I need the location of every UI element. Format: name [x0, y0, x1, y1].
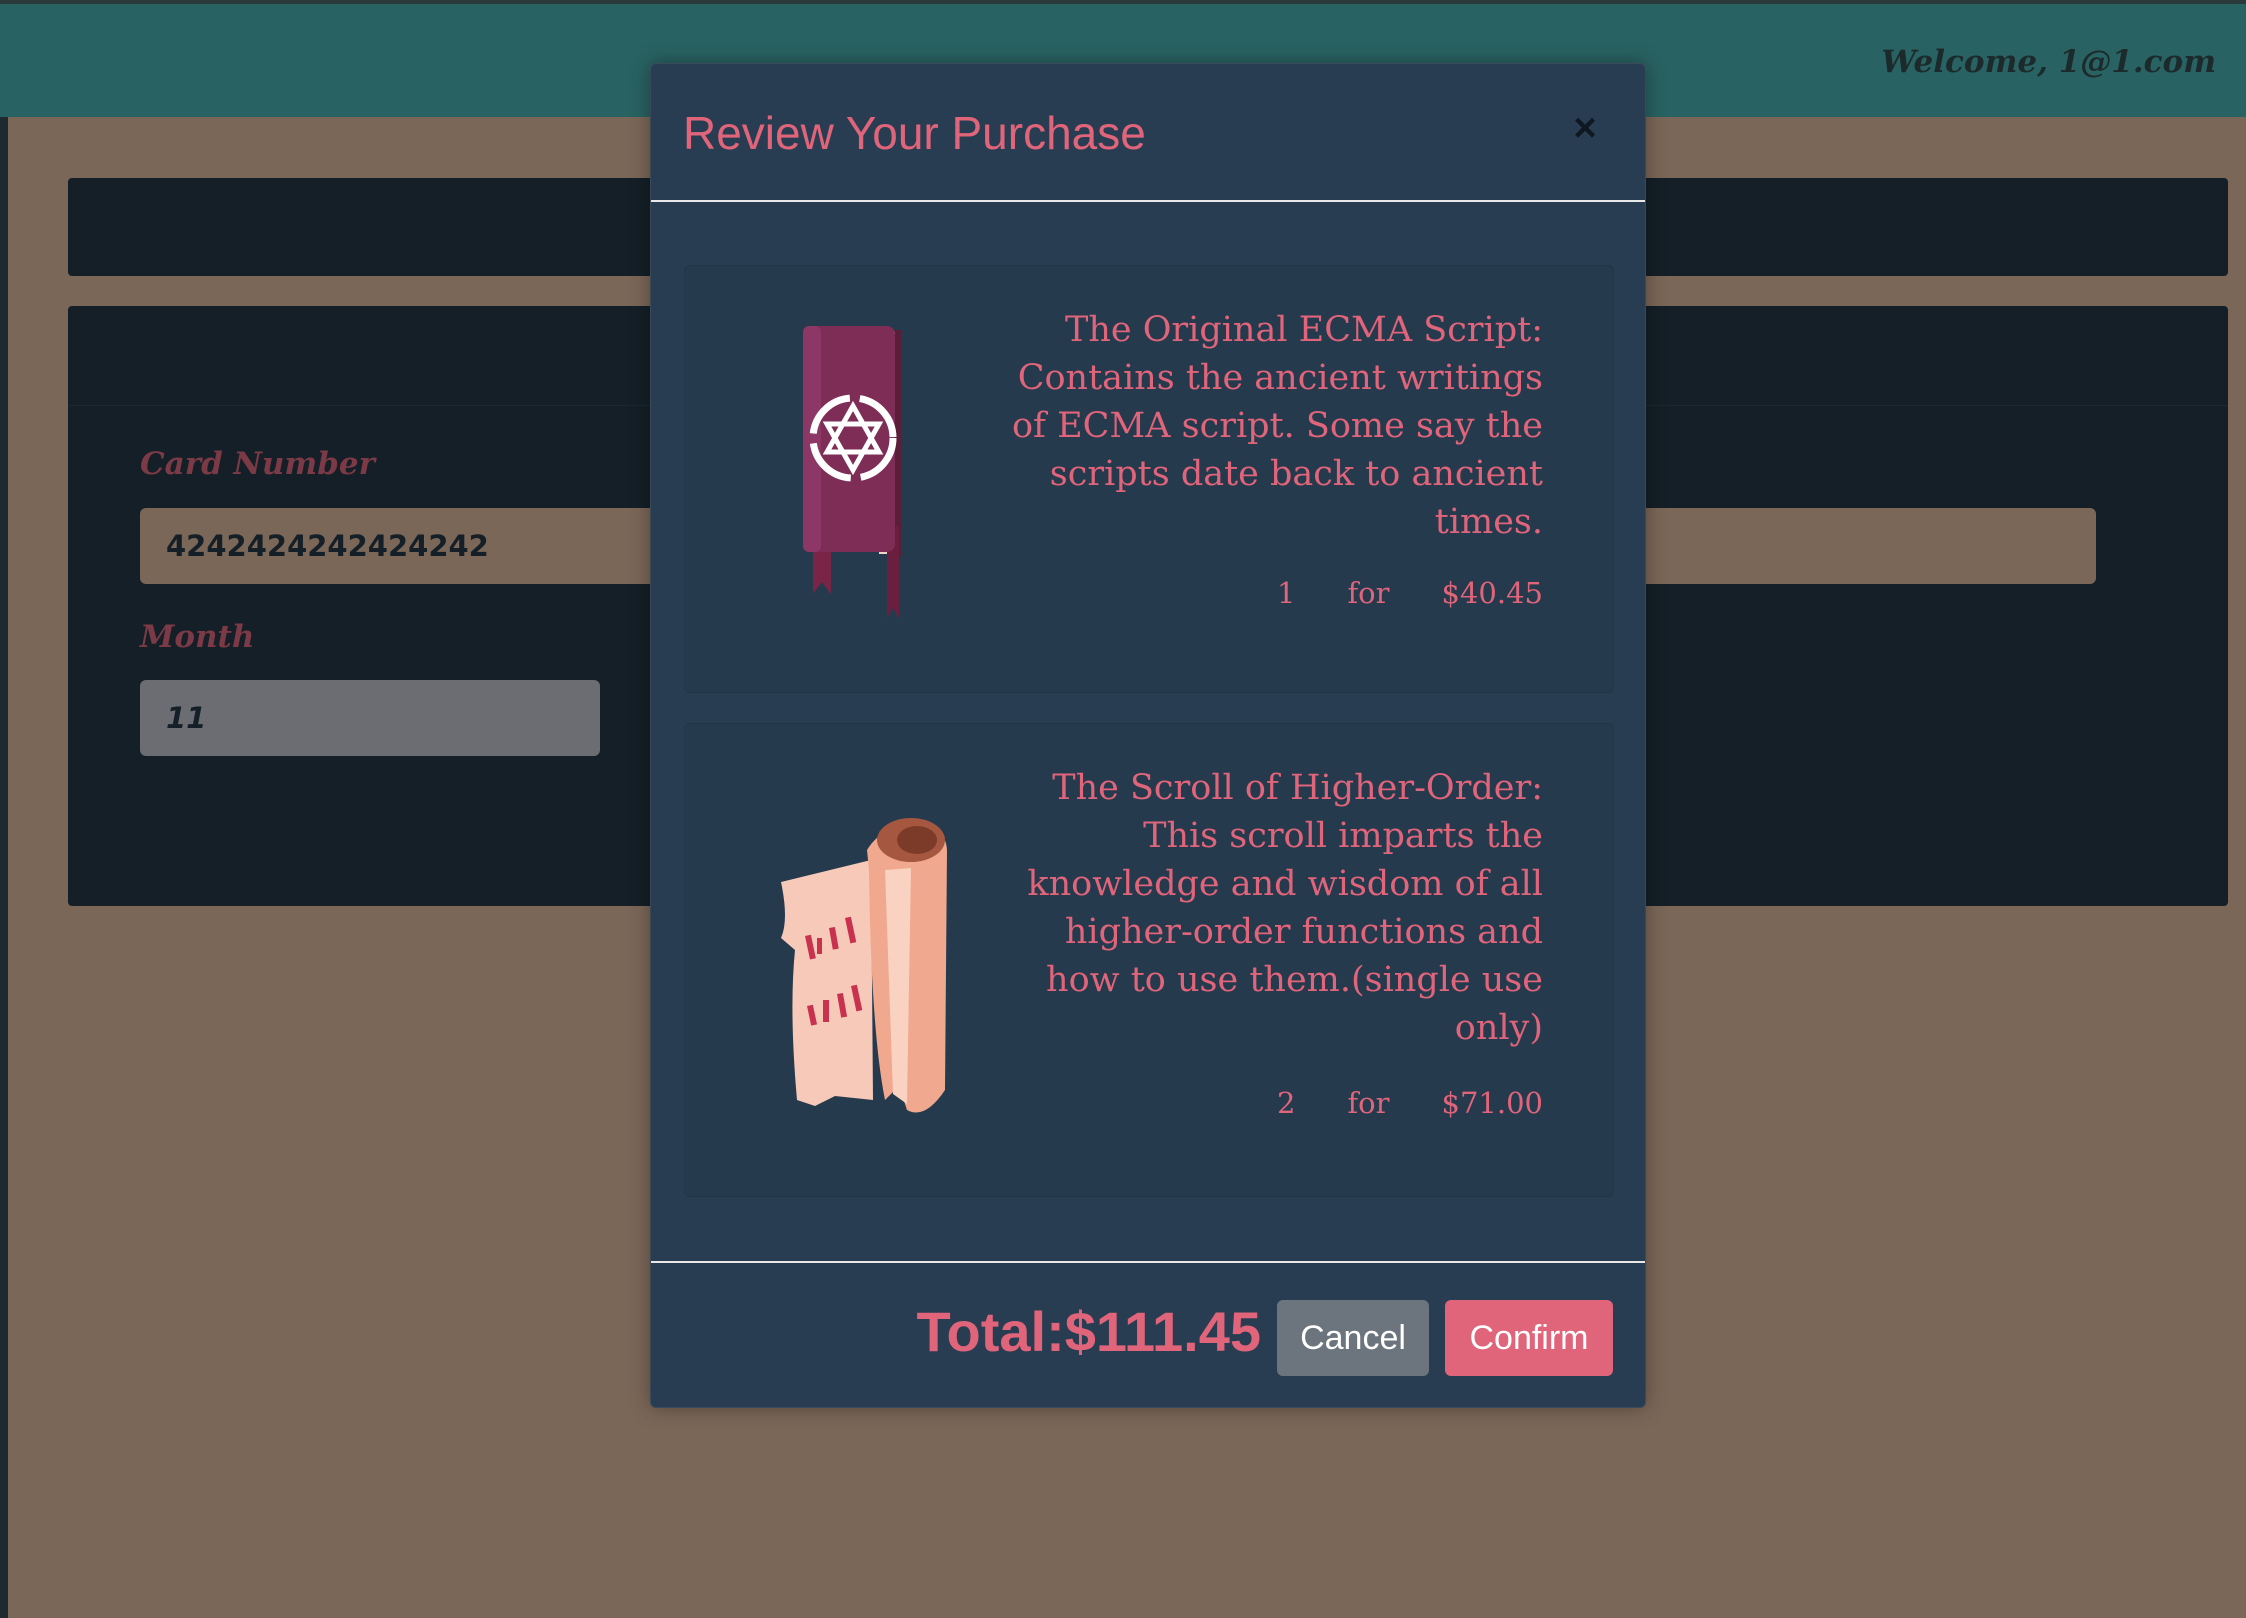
cart-item: The Scroll of Higher-Order: This scroll …: [684, 723, 1614, 1197]
item-quantity: 1: [1277, 576, 1296, 610]
item-description: The Original ECMA Script: Contains the a…: [1011, 310, 1543, 542]
item-description: The Scroll of Higher-Order: This scroll …: [1027, 768, 1543, 1048]
item-price: $71.00: [1441, 1086, 1543, 1120]
month-input[interactable]: 11: [140, 680, 600, 756]
month-label: Month: [140, 619, 255, 655]
modal-title: Review Your Purchase: [683, 107, 1146, 159]
review-purchase-modal: Review Your Purchase × The Original ECMA…: [650, 63, 1646, 1408]
modal-footer: Total:$111.45 Cancel Confirm: [651, 1261, 1645, 1409]
item-quantity: 2: [1277, 1086, 1296, 1120]
cart-item: The Original ECMA Script: Contains the a…: [684, 265, 1614, 693]
modal-header: Review Your Purchase ×: [651, 64, 1645, 202]
item-quantity-price: 1 for $40.45: [1277, 576, 1543, 610]
left-edge: [0, 117, 8, 1618]
scroll-icon: [781, 818, 947, 1113]
item-for-label: for: [1347, 1086, 1390, 1120]
book-icon: [803, 326, 901, 618]
card-number-label: Card Number: [140, 446, 375, 482]
close-icon[interactable]: ×: [1565, 108, 1605, 148]
order-total: Total:$111.45: [916, 1300, 1261, 1363]
confirm-button[interactable]: Confirm: [1445, 1300, 1613, 1376]
item-for-label: for: [1347, 576, 1390, 610]
item-price: $40.45: [1441, 576, 1543, 610]
cancel-button[interactable]: Cancel: [1277, 1300, 1429, 1376]
item-quantity-price: 2 for $71.00: [1277, 1086, 1543, 1120]
welcome-text: Welcome, 1@1.com: [1881, 44, 2216, 80]
